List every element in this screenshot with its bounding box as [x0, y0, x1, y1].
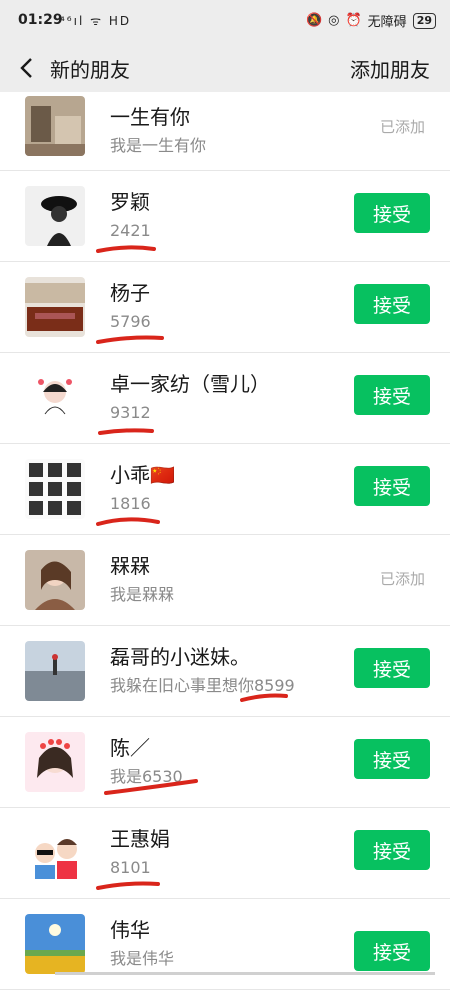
status-right: 🔕 ◎ ⏰ 无障碍 29	[306, 11, 436, 30]
red-underline-mark	[96, 328, 166, 344]
red-underline-mark	[96, 510, 162, 526]
red-underline-mark	[240, 686, 290, 702]
accept-button[interactable]: 接受	[354, 648, 430, 688]
request-message: 我是伟华	[110, 947, 174, 971]
accept-button[interactable]: 接受	[354, 830, 430, 870]
avatar[interactable]	[25, 96, 85, 156]
request-message-text: 我是槑槑	[110, 585, 175, 604]
request-message: 1816	[96, 492, 160, 526]
request-message: 2421	[96, 219, 156, 253]
status-bar: 01:29 ⁴⁶ıl ᯤ HD 🔕 ◎ ⏰ 无障碍 29	[0, 0, 450, 44]
avatar[interactable]	[25, 914, 85, 974]
request-message: 我是6530	[104, 765, 198, 795]
request-message: 9312	[98, 401, 154, 435]
friend-request-list: 一生有你 我是一生有你 已添加 罗颖 2421 接受 杨子 5796 接受 卓一家纺（雪儿） 931…	[0, 92, 450, 990]
avatar[interactable]	[25, 550, 85, 610]
bell-off-icon: 🔕	[305, 13, 323, 28]
no-disturb-label: 无障碍	[367, 15, 407, 30]
request-message: 8101	[96, 856, 160, 890]
request-message-text: 我是伟华	[110, 949, 175, 968]
request-message-text: 我是一生有你	[110, 136, 207, 155]
request-message: 我是一生有你	[110, 134, 206, 158]
friend-request-row[interactable]: 杨子 5796 接受	[0, 262, 450, 353]
added-status: 已添加	[379, 570, 425, 588]
avatar[interactable]	[25, 368, 85, 428]
friend-request-row[interactable]: 槑槑 我是槑槑 已添加	[0, 535, 450, 626]
accept-button[interactable]: 接受	[354, 375, 430, 415]
avatar[interactable]	[25, 641, 85, 701]
signal-wifi-icons: ⁴⁶ıl ᯤ HD	[60, 14, 132, 28]
added-status: 已添加	[379, 118, 425, 136]
friend-request-row[interactable]: 罗颖 2421 接受	[0, 171, 450, 262]
friend-request-row[interactable]: 伟华 我是伟华 接受	[0, 899, 450, 990]
request-message: 5796	[96, 310, 164, 344]
accept-button[interactable]: 接受	[354, 193, 430, 233]
red-underline-mark	[104, 775, 200, 795]
accept-button[interactable]: 接受	[354, 931, 430, 971]
avatar[interactable]	[25, 823, 85, 883]
add-friend-button[interactable]: 添加朋友	[350, 54, 430, 83]
accept-button[interactable]: 接受	[354, 466, 430, 506]
friend-request-row[interactable]: 小乖🇨🇳 1816 接受	[0, 444, 450, 535]
request-message: 我是槑槑	[110, 583, 174, 607]
status-time: 01:29	[18, 12, 63, 28]
battery-icon: 29	[412, 12, 436, 29]
red-underline-mark	[96, 874, 162, 890]
avatar[interactable]	[25, 186, 85, 246]
accept-button[interactable]: 接受	[354, 739, 430, 779]
back-arrow-icon[interactable]	[6, 44, 46, 92]
red-underline-mark	[96, 237, 156, 253]
avatar[interactable]	[25, 459, 85, 519]
friend-request-row[interactable]: 一生有你 我是一生有你 已添加	[0, 92, 450, 171]
request-message: 我躲在旧心事里想你8599	[110, 674, 295, 702]
accept-button[interactable]: 接受	[354, 284, 430, 324]
red-underline-mark	[96, 419, 156, 435]
avatar[interactable]	[25, 277, 85, 337]
page-title: 新的朋友	[50, 57, 130, 82]
navigation-bar: 新的朋友 添加朋友	[0, 44, 450, 92]
alarm-icon: ⏰	[345, 13, 362, 28]
friend-request-row[interactable]: 卓一家纺（雪儿） 9312 接受	[0, 353, 450, 444]
friend-request-row[interactable]: 磊哥的小迷妹。 我躲在旧心事里想你8599 接受	[0, 626, 450, 717]
avatar[interactable]	[25, 732, 85, 792]
accessibility-icon: ◎	[328, 13, 340, 28]
friend-request-row[interactable]: 王惠娟 8101 接受	[0, 808, 450, 899]
friend-request-row[interactable]: 陈／ 我是6530 接受	[0, 717, 450, 808]
